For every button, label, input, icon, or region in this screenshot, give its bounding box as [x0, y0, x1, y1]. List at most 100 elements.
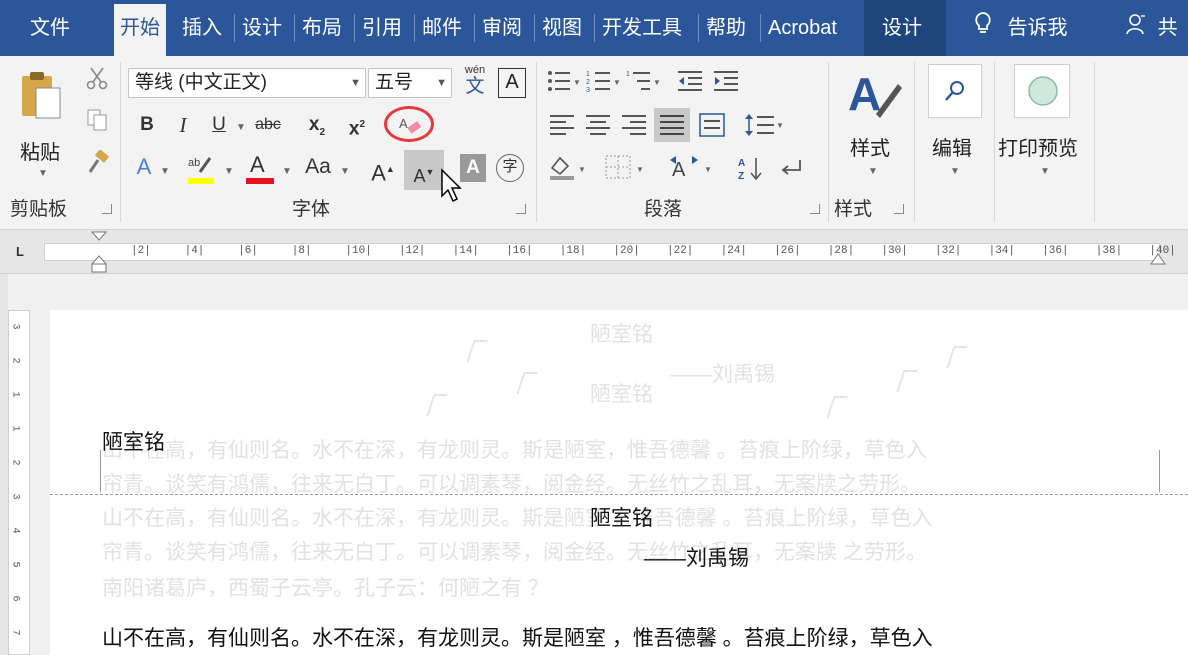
print-preview-button[interactable]: 打印预览 ▼ — [996, 62, 1092, 186]
svg-text:1: 1 — [586, 71, 590, 78]
show-marks-icon[interactable] — [778, 154, 806, 185]
paragraph-shading-icon[interactable]: ▼ — [548, 154, 588, 185]
paste-button[interactable]: 粘贴 ▼ — [12, 64, 70, 184]
ruler-tick-label: |22| — [667, 245, 694, 257]
vertical-ruler[interactable]: 3 2 1 1 2 3 4 5 6 7 — [8, 310, 30, 655]
clipboard-icon — [20, 70, 62, 125]
svg-text:A: A — [848, 68, 881, 120]
tab-developer[interactable]: 开发工具 — [596, 0, 688, 56]
ruler-tick-label: |12| — [399, 245, 426, 257]
font-color-button[interactable]: A — [244, 152, 276, 188]
eraser-icon: A — [399, 115, 423, 140]
bullets-icon[interactable]: ▼ — [546, 68, 581, 97]
decrease-indent-icon[interactable] — [676, 68, 704, 97]
ruler-tick-label: |14| — [452, 245, 479, 257]
svg-text:▼: ▼ — [704, 165, 712, 174]
asian-layout-icon[interactable]: A ▼ — [668, 154, 716, 185]
strikethrough-button[interactable]: abc — [250, 110, 286, 140]
underline-button[interactable]: U — [208, 110, 230, 140]
format-painter-icon[interactable] — [86, 149, 110, 179]
svg-text:▼: ▼ — [653, 78, 660, 87]
clear-formatting-button[interactable]: A — [384, 106, 434, 142]
circle-icon — [1027, 75, 1059, 110]
tab-layout[interactable]: 布局 — [296, 0, 348, 56]
lightbulb-icon — [974, 1, 992, 57]
bold-button[interactable]: B — [136, 110, 158, 140]
document-page[interactable]: 陋室铭 陋室铭 ——刘禹锡 山不在高，有仙则名。水不在深，有龙则灵。斯是陋室，惟… — [50, 310, 1188, 655]
editing-button[interactable]: 编辑 ▼ — [922, 62, 988, 186]
horizontal-ruler: L |2| |4| |6| |8| |10| |12| |14| |16| |18| |20| |2… — [0, 230, 1188, 274]
ruler-tick-label: |28| — [827, 245, 855, 257]
document-title[interactable]: 陋室铭 — [590, 502, 653, 532]
ruler-tick-label: |10| — [345, 245, 372, 257]
font-name-combo[interactable]: 等线 (中文正文) ▼ — [128, 68, 366, 98]
align-center-icon[interactable] — [584, 112, 612, 141]
tab-file[interactable]: 文件 — [24, 0, 76, 56]
justify-icon[interactable] — [654, 108, 690, 142]
numbering-icon[interactable]: 1 2 3 ▼ — [586, 68, 621, 97]
shrink-font-button[interactable]: A▼ — [404, 150, 444, 190]
align-left-icon[interactable] — [548, 112, 576, 141]
increase-indent-icon[interactable] — [712, 68, 740, 97]
tab-selector[interactable]: L — [16, 244, 32, 260]
indent-marker-icon[interactable] — [90, 230, 108, 277]
borders-icon[interactable]: ▼ — [604, 154, 646, 185]
align-right-icon[interactable] — [620, 112, 648, 141]
text-effects-button[interactable]: A — [132, 152, 156, 182]
change-case-button[interactable]: Aa — [298, 152, 338, 182]
person-icon — [1126, 1, 1146, 57]
copy-icon[interactable] — [86, 108, 108, 135]
font-size-combo[interactable]: 五号 ▼ — [368, 68, 452, 98]
italic-button[interactable]: I — [172, 110, 194, 140]
tab-acrobat[interactable]: Acrobat — [762, 0, 843, 56]
paragraph-group-label: 段落 — [644, 199, 683, 220]
subscript-button[interactable]: x2 — [304, 110, 330, 140]
vruler-tick-label: 3 — [9, 493, 21, 500]
header-divider — [50, 494, 1188, 495]
styles-launcher-icon[interactable] — [894, 204, 904, 214]
tab-context-design[interactable]: 设计 — [864, 0, 946, 56]
header-corner-marker — [100, 450, 110, 492]
ruler-track[interactable]: |2| |4| |6| |8| |10| |12| |14| |16| |18| |20| |22|… — [44, 243, 1176, 261]
cut-icon[interactable] — [86, 66, 108, 93]
grow-font-button[interactable]: A▲ — [370, 154, 396, 185]
right-indent-marker-icon[interactable] — [1150, 252, 1166, 271]
svg-text:ab: ab — [188, 157, 200, 169]
svg-text:▼: ▼ — [613, 78, 620, 87]
highlight-color-button[interactable]: ab — [184, 152, 218, 188]
tab-insert[interactable]: 插入 — [176, 0, 228, 56]
vruler-tick-label: 1 — [9, 425, 21, 432]
tab-references[interactable]: 引用 — [356, 0, 408, 56]
document-author[interactable]: ——刘禹锡 — [644, 542, 749, 572]
ruler-tick-label: |16| — [506, 245, 533, 257]
vruler-tick-label: 6 — [9, 595, 21, 602]
search-icon — [943, 79, 967, 106]
paragraph-launcher-icon[interactable] — [810, 204, 820, 214]
tab-home[interactable]: 开始 — [114, 4, 166, 56]
sort-icon[interactable]: AZ — [736, 154, 766, 185]
tab-review[interactable]: 审阅 — [476, 0, 528, 56]
share-button[interactable]: 共 — [1120, 0, 1184, 56]
highlighter-icon: ab — [188, 154, 214, 179]
clipboard-launcher-icon[interactable] — [102, 204, 112, 214]
vruler-tick-label: 2 — [9, 357, 21, 364]
styles-gallery-button[interactable]: A 样式 ▼ — [836, 62, 912, 186]
distributed-icon[interactable] — [698, 112, 726, 141]
enclose-characters-button[interactable]: 字 — [496, 154, 524, 182]
line-spacing-icon[interactable]: ▼ — [744, 112, 784, 141]
ruler-tick-label: |8| — [291, 245, 312, 257]
tab-help[interactable]: 帮助 — [700, 0, 752, 56]
tab-view[interactable]: 视图 — [536, 0, 588, 56]
font-launcher-icon[interactable] — [516, 204, 526, 214]
tab-design[interactable]: 设计 — [236, 0, 288, 56]
svg-text:A: A — [738, 158, 745, 169]
phonetic-guide-button[interactable]: wén 文 — [458, 64, 492, 100]
character-border-button[interactable]: A — [498, 68, 526, 98]
multilevel-list-icon[interactable]: 1 ▼ — [626, 68, 661, 97]
superscript-button[interactable]: x2 — [344, 110, 370, 140]
document-body-line[interactable]: 山不在高，有仙则名。水不在深，有龙则灵。斯是陋室 ，惟吾德馨 。苔痕上阶绿，草色… — [102, 622, 933, 652]
tab-mailings[interactable]: 邮件 — [416, 0, 468, 56]
tell-me-search[interactable]: 告诉我 — [968, 0, 1074, 56]
ruler-tick-label: |26| — [774, 245, 801, 257]
header-corner-marker — [1150, 450, 1160, 492]
